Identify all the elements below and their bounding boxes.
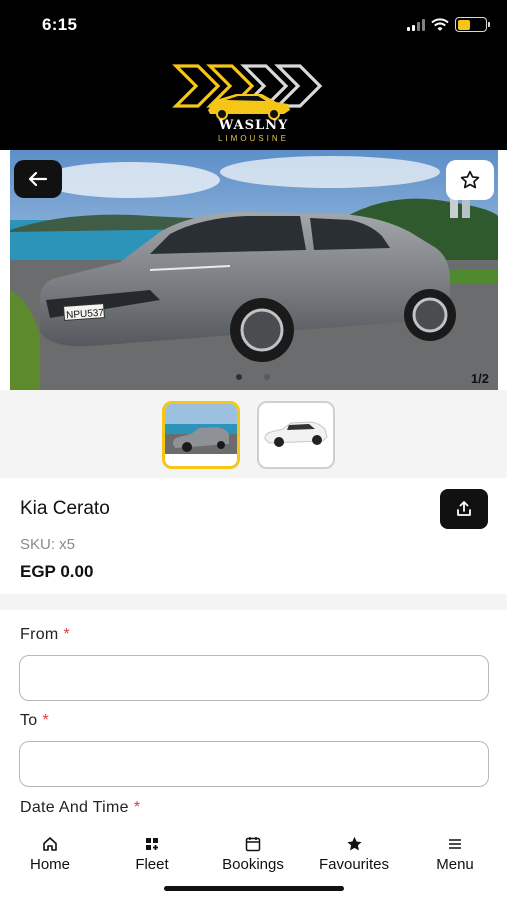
nav-item-fleet[interactable]: Fleet	[102, 835, 202, 873]
to-label: To *	[20, 712, 49, 730]
menu-icon	[449, 839, 461, 849]
product-sku: SKU: x5	[20, 536, 76, 553]
nav-item-menu[interactable]: Menu	[405, 835, 505, 873]
share-button[interactable]	[440, 489, 488, 529]
thumbnail-2[interactable]	[257, 401, 335, 469]
nav-item-favourites[interactable]: Favourites	[304, 835, 404, 873]
app-header: WASLNY LIMOUSINE	[0, 50, 507, 150]
star-outline-icon	[460, 170, 480, 189]
back-button[interactable]	[14, 160, 62, 198]
favourite-button[interactable]	[446, 160, 494, 200]
star-icon	[346, 836, 362, 851]
to-input[interactable]	[19, 741, 489, 787]
arrow-left-icon	[28, 171, 48, 187]
nav-label: Menu	[436, 856, 474, 873]
status-bar: 6:15	[0, 0, 507, 50]
datetime-label-text: Date And Time	[20, 799, 129, 816]
share-icon	[457, 501, 471, 516]
nav-label: Favourites	[318, 856, 390, 873]
gallery-counter: 1/2	[470, 371, 489, 386]
brand-name: WASLNY	[218, 118, 289, 133]
nav-label: Bookings	[222, 856, 284, 873]
required-marker: *	[133, 799, 141, 816]
booking-form: From * To * Date And Time *	[0, 610, 507, 825]
thumbnail-strip	[0, 390, 507, 478]
from-label-text: From	[20, 626, 59, 643]
nav-label: Home	[29, 856, 70, 873]
thumbnail-image	[259, 403, 333, 467]
gallery-pagination-dots	[236, 374, 270, 380]
car-image-gallery[interactable]: NPU537	[10, 150, 498, 390]
car-photo: NPU537	[10, 150, 498, 390]
product-title: Kia Cerato	[20, 498, 110, 519]
status-icons	[407, 17, 490, 32]
nav-item-bookings[interactable]: Bookings	[203, 835, 303, 873]
home-indicator	[164, 886, 344, 891]
grid-icon	[146, 838, 158, 850]
datetime-label: Date And Time *	[20, 799, 140, 817]
status-time: 6:15	[42, 15, 78, 34]
from-input[interactable]	[19, 655, 489, 701]
required-marker: *	[42, 712, 50, 729]
wifi-icon	[431, 17, 449, 31]
thumbnail-image	[165, 404, 237, 466]
to-label-text: To	[20, 712, 38, 729]
home-icon	[43, 837, 57, 851]
calendar-icon	[245, 837, 261, 852]
nav-label: Fleet	[135, 856, 169, 873]
from-label: From *	[20, 626, 70, 644]
product-info: Kia Cerato SKU: x5 EGP 0.00	[0, 478, 507, 594]
pagination-dot[interactable]	[236, 374, 242, 380]
brand-subtitle: LIMOUSINE	[217, 134, 289, 143]
section-divider	[0, 594, 507, 610]
pagination-dot[interactable]	[264, 374, 270, 380]
product-price: EGP 0.00	[20, 562, 94, 581]
battery-icon	[455, 17, 490, 32]
nav-item-home[interactable]: Home	[0, 835, 100, 873]
thumbnail-1[interactable]	[162, 401, 240, 469]
required-marker: *	[63, 626, 71, 643]
cellular-signal-icon	[407, 18, 425, 31]
